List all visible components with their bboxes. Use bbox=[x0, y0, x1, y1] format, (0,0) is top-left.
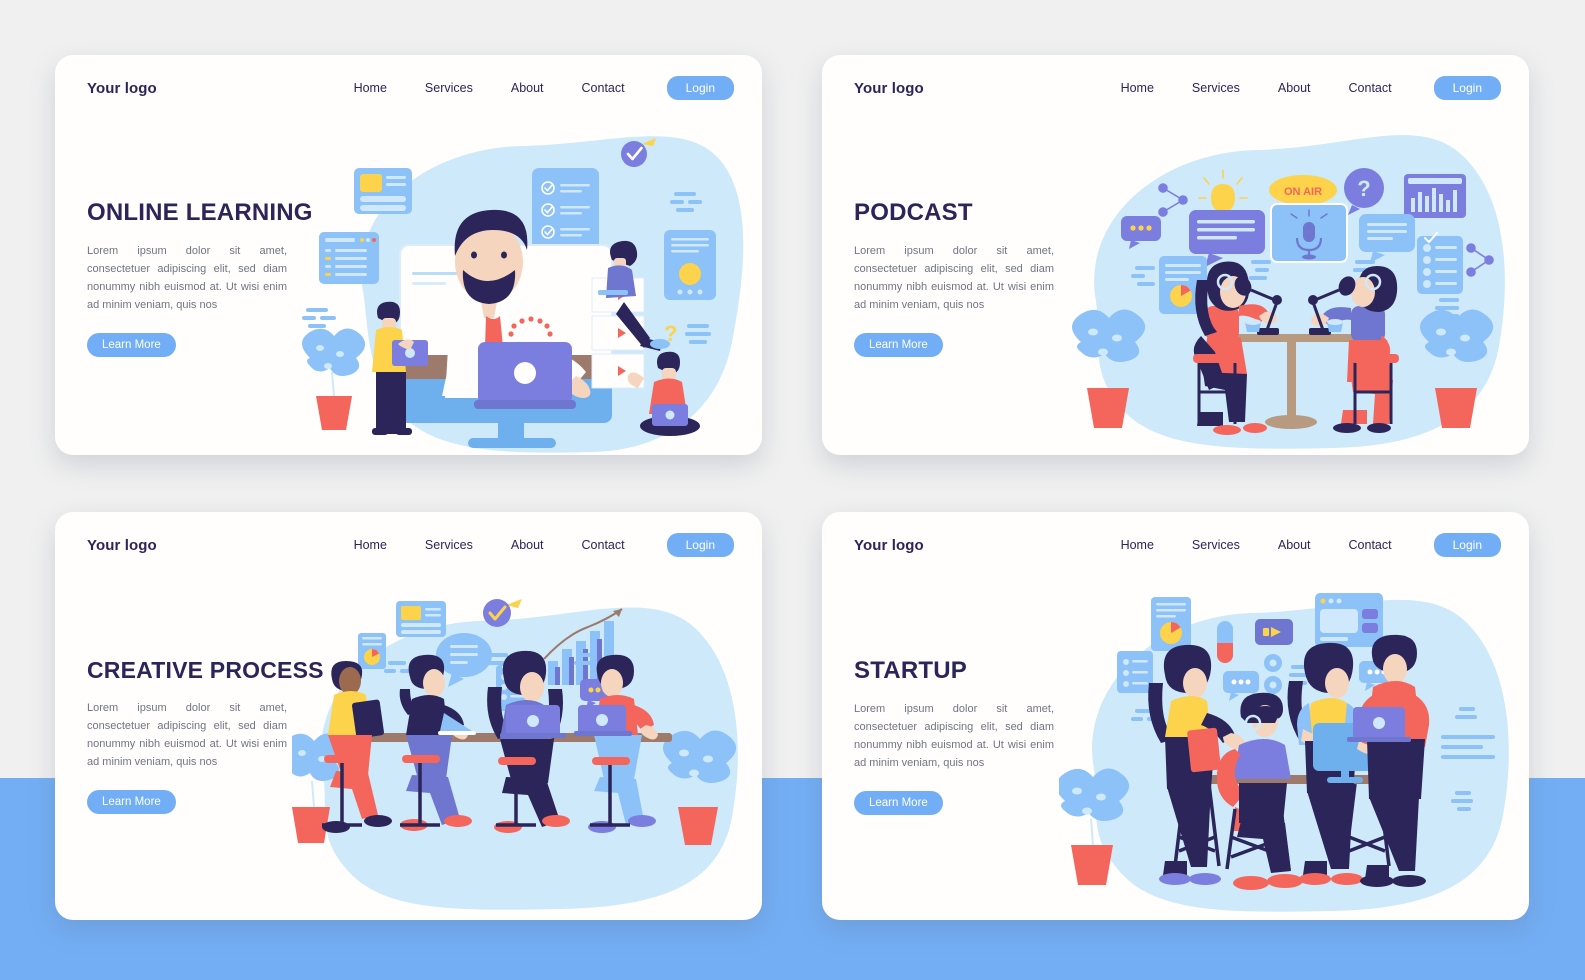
cup-left bbox=[1245, 319, 1261, 332]
logo[interactable]: Your logo bbox=[854, 537, 924, 554]
document-pie-card bbox=[358, 633, 386, 669]
illustration-online-learning: ? bbox=[292, 110, 762, 455]
landing-card-online-learning: Your logo Home Services About Contact Lo… bbox=[55, 55, 762, 455]
checklist-card-left bbox=[1117, 651, 1153, 693]
capsule-icon bbox=[1217, 621, 1233, 663]
logo[interactable]: Your logo bbox=[87, 80, 157, 97]
nav-item-about[interactable]: About bbox=[511, 81, 544, 95]
illustration-podcast: ON AIR ? bbox=[1059, 110, 1529, 455]
navbar: Your logo Home Services About Contact Lo… bbox=[55, 55, 762, 121]
nav-item-about[interactable]: About bbox=[1278, 538, 1311, 552]
learn-more-button[interactable]: Learn More bbox=[854, 791, 943, 816]
nav-item-contact[interactable]: Contact bbox=[1349, 538, 1392, 552]
page-title: CREATIVE PROCESS bbox=[87, 657, 324, 683]
hero-description: Lorem ipsum dolor sit amet, consectetuer… bbox=[854, 245, 1054, 311]
learn-more-button[interactable]: Learn More bbox=[87, 790, 176, 815]
navbar: Your logo Home Services About Contact Lo… bbox=[822, 512, 1529, 578]
login-button[interactable]: Login bbox=[666, 533, 734, 557]
ui-profile-card bbox=[396, 601, 446, 637]
landing-card-podcast: Your logo Home Services About Contact Lo… bbox=[822, 55, 1529, 455]
navbar: Your logo Home Services About Contact Lo… bbox=[55, 512, 762, 578]
hero-description: Lorem ipsum dolor sit amet, consectetuer… bbox=[87, 702, 287, 768]
nav-item-about[interactable]: About bbox=[511, 538, 544, 552]
nav-links: Home Services About Contact Login bbox=[354, 533, 734, 557]
nav-item-services[interactable]: Services bbox=[1192, 81, 1240, 95]
nav-item-contact[interactable]: Contact bbox=[1349, 81, 1392, 95]
nav-item-contact[interactable]: Contact bbox=[582, 538, 625, 552]
learn-more-button[interactable]: Learn More bbox=[87, 333, 176, 358]
login-button[interactable]: Login bbox=[1433, 533, 1501, 557]
nav-item-home[interactable]: Home bbox=[1121, 538, 1154, 552]
page-title: ONLINE LEARNING bbox=[87, 199, 313, 226]
ui-phone-panel bbox=[664, 230, 716, 300]
nav-item-services[interactable]: Services bbox=[425, 538, 473, 552]
nav-item-about[interactable]: About bbox=[1278, 81, 1311, 95]
page-title: PODCAST bbox=[854, 199, 973, 226]
hero-description: Lorem ipsum dolor sit amet, consectetuer… bbox=[854, 703, 1054, 769]
hero-copy: ONLINE LEARNING Lorem ipsum dolor sit am… bbox=[87, 199, 339, 358]
login-button[interactable]: Login bbox=[1433, 76, 1501, 100]
hero-description: Lorem ipsum dolor sit amet, consectetuer… bbox=[87, 245, 287, 311]
ui-profile-card bbox=[354, 168, 412, 214]
landing-card-startup: Your logo Home Services About Contact Lo… bbox=[822, 512, 1529, 920]
hero-copy: CREATIVE PROCESS Lorem ipsum dolor sit a… bbox=[87, 657, 339, 815]
on-air-label: ON AIR bbox=[1284, 186, 1322, 198]
nav-item-services[interactable]: Services bbox=[1192, 538, 1240, 552]
document-pie-card bbox=[1151, 597, 1191, 651]
on-air-badge: ON AIR bbox=[1269, 175, 1337, 205]
nav-item-home[interactable]: Home bbox=[354, 81, 387, 95]
cup-right bbox=[1327, 319, 1343, 332]
logo[interactable]: Your logo bbox=[87, 537, 157, 554]
illustration-creative-process bbox=[292, 565, 762, 920]
login-button[interactable]: Login bbox=[666, 76, 734, 100]
checklist-card-right bbox=[1417, 232, 1463, 294]
screen-with-microphone bbox=[1270, 203, 1348, 263]
nav-links: Home Services About Contact Login bbox=[1121, 533, 1501, 557]
learn-more-button[interactable]: Learn More bbox=[854, 333, 943, 358]
illustration-startup bbox=[1059, 565, 1529, 920]
hero-copy: STARTUP Lorem ipsum dolor sit amet, cons… bbox=[854, 657, 1106, 816]
landing-page-card-grid: Your logo Home Services About Contact Lo… bbox=[0, 0, 1585, 980]
page-title: STARTUP bbox=[854, 657, 967, 684]
nav-links: Home Services About Contact Login bbox=[1121, 76, 1501, 100]
video-play-card bbox=[1255, 619, 1293, 645]
nav-item-contact[interactable]: Contact bbox=[582, 81, 625, 95]
hero-copy: PODCAST Lorem ipsum dolor sit amet, cons… bbox=[854, 199, 1106, 358]
landing-card-creative-process: Your logo Home Services About Contact Lo… bbox=[55, 512, 762, 920]
logo[interactable]: Your logo bbox=[854, 80, 924, 97]
bar-chart-panel bbox=[1404, 174, 1466, 218]
nav-item-services[interactable]: Services bbox=[425, 81, 473, 95]
nav-item-home[interactable]: Home bbox=[1121, 81, 1154, 95]
navbar: Your logo Home Services About Contact Lo… bbox=[822, 55, 1529, 121]
nav-item-home[interactable]: Home bbox=[354, 538, 387, 552]
browser-window-card bbox=[1315, 593, 1383, 647]
question-mark-label: ? bbox=[1357, 176, 1370, 201]
nav-links: Home Services About Contact Login bbox=[354, 76, 734, 100]
